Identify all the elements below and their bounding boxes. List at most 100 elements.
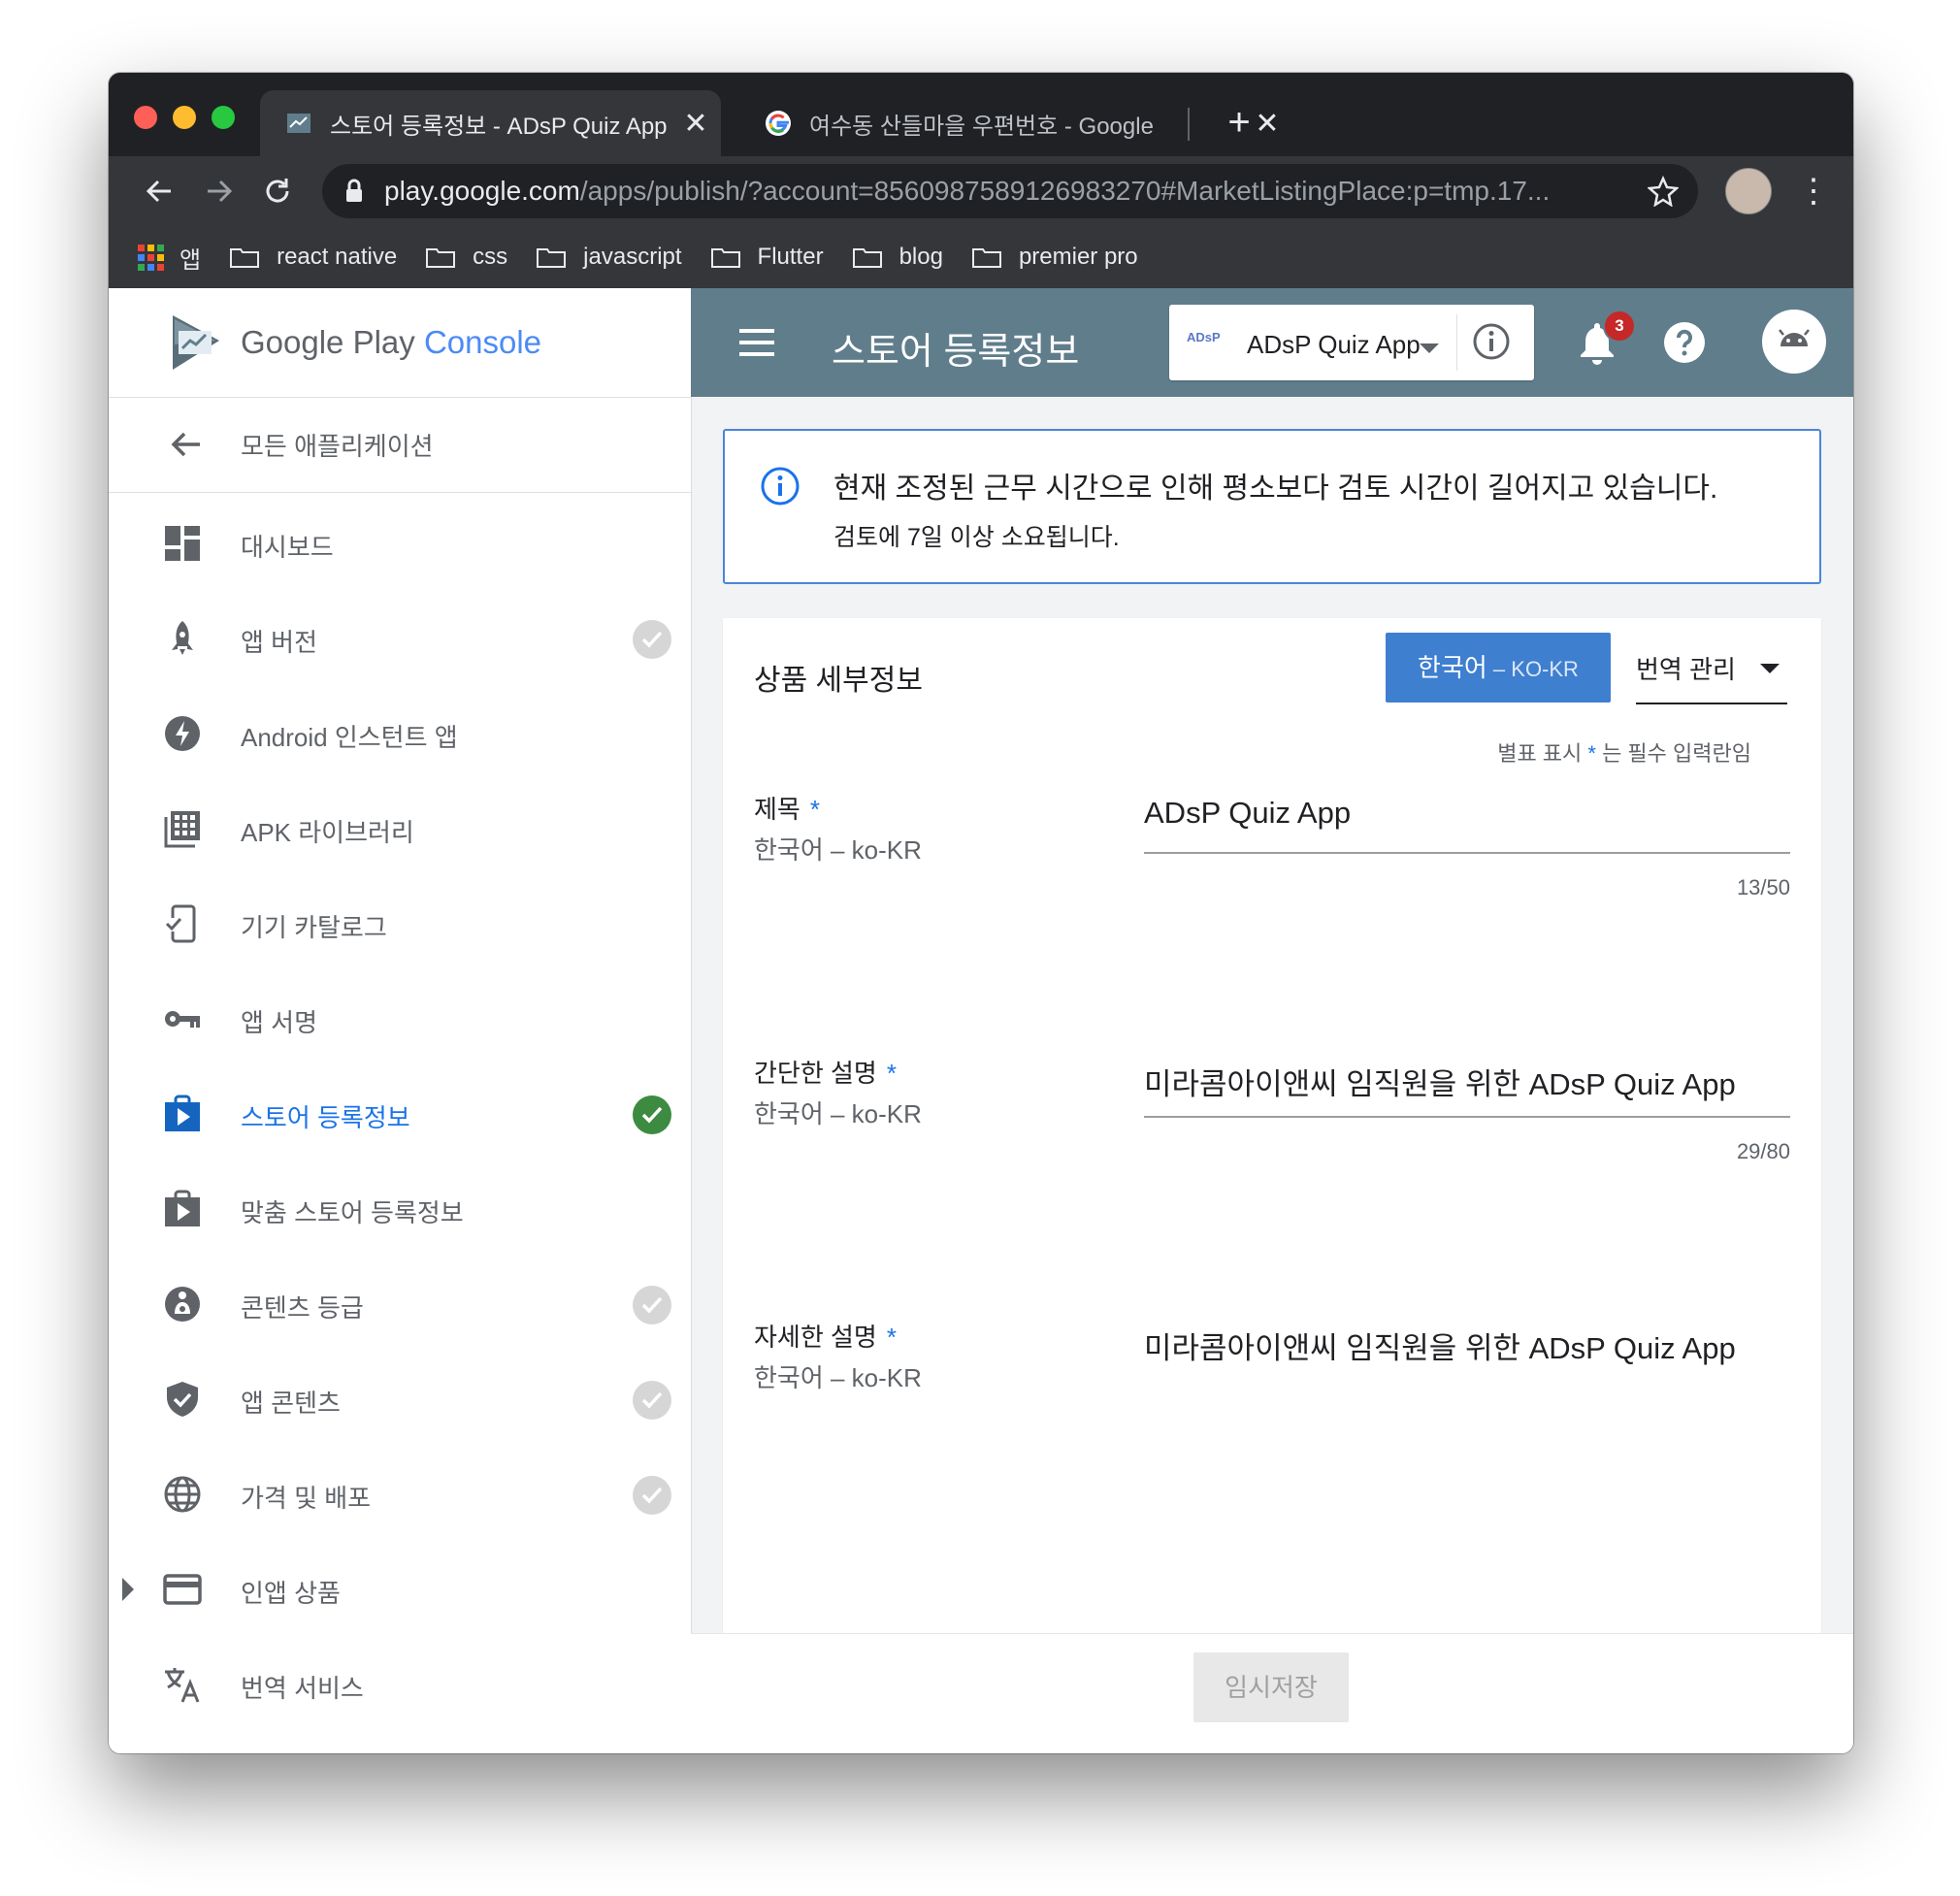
- field-label-text: 제목: [754, 795, 800, 824]
- bookmark-label: react native: [277, 244, 398, 270]
- sidebar-item-pricing-distribution[interactable]: 가격 및 배포: [109, 1447, 691, 1542]
- folder-icon: [710, 248, 740, 268]
- input-underline: [1144, 852, 1790, 854]
- notification-count-badge: 3: [1603, 310, 1636, 343]
- sidebar-item-custom-store-listing[interactable]: 맞춤 스토어 등록정보: [109, 1161, 691, 1257]
- sidebar-item-in-app-products[interactable]: 인앱 상품: [109, 1542, 691, 1637]
- field-label: 제목 *: [754, 790, 820, 826]
- store-bag-icon: [165, 1190, 200, 1226]
- brand-google-play: Google Play: [241, 324, 415, 360]
- full-description-input[interactable]: 미라콤아이앤씨 임직원을 위한 ADsP Quiz App: [1144, 1324, 1736, 1367]
- app-selector[interactable]: ADsP ADsP Quiz App: [1169, 305, 1534, 380]
- sidebar-item-app-signing[interactable]: 앱 서명: [109, 971, 691, 1066]
- sidebar-item-label: 앱 버전: [241, 628, 317, 657]
- bookmark-folder-css[interactable]: css: [426, 244, 507, 271]
- sidebar-item-dashboard[interactable]: 대시보드: [109, 496, 691, 591]
- shield-check-icon: [167, 1382, 198, 1417]
- complete-check-icon: [633, 1095, 671, 1134]
- browser-window: 스토어 등록정보 - ADsP Quiz App ✕ 여수동 산들마을 우편번호…: [109, 73, 1853, 1753]
- bookmark-label: javascript: [583, 244, 682, 270]
- credit-card-icon: [163, 1574, 202, 1605]
- bookmark-folder-blog[interactable]: blog: [852, 244, 943, 271]
- folder-icon: [537, 248, 567, 268]
- sidebar-item-translation-service[interactable]: 번역 서비스: [109, 1637, 691, 1732]
- bookmark-folder-flutter[interactable]: Flutter: [710, 244, 824, 271]
- sidebar-item-store-listing[interactable]: 스토어 등록정보: [109, 1066, 691, 1161]
- app-selector-name: ADsP Quiz App: [1247, 330, 1421, 359]
- url-text: play.google.com/apps/publish/?account=85…: [384, 176, 1648, 207]
- expand-caret-icon[interactable]: [122, 1578, 134, 1601]
- bookmark-folder-react-native[interactable]: react native: [230, 244, 397, 271]
- minimize-window-button[interactable]: [173, 106, 196, 129]
- title-input[interactable]: ADsP Quiz App: [1144, 796, 1351, 831]
- language-code: – KO-KR: [1486, 657, 1579, 681]
- all-apps-link[interactable]: 모든 애플리케이션: [109, 397, 691, 493]
- profile-avatar[interactable]: [1725, 168, 1772, 214]
- required-star: *: [1587, 741, 1596, 766]
- close-tab-icon[interactable]: ✕: [676, 107, 715, 141]
- rocket-icon: [172, 621, 193, 655]
- bookmarks-bar: 앱 react native css javascript Flutter bl…: [109, 226, 1853, 288]
- bookmark-folder-premier-pro[interactable]: premier pro: [971, 244, 1138, 271]
- manage-translations-dropdown[interactable]: 번역 관리: [1636, 633, 1787, 704]
- translate-icon: [165, 1668, 200, 1703]
- new-tab-button[interactable]: +: [1215, 98, 1263, 147]
- sidebar-item-label: 앱 서명: [241, 1008, 317, 1037]
- brand-header[interactable]: Google Play Console: [109, 288, 691, 398]
- sidebar-item-label: APK 라이브러리: [241, 818, 414, 847]
- info-icon[interactable]: [1472, 322, 1511, 361]
- sidebar-item-instant-apps[interactable]: Android 인스턴트 앱: [109, 686, 691, 781]
- back-button[interactable]: [136, 168, 182, 214]
- sidebar-item-content-rating[interactable]: 콘텐츠 등급: [109, 1257, 691, 1352]
- bookmark-apps[interactable]: 앱: [138, 241, 201, 275]
- save-draft-button[interactable]: 임시저장: [1193, 1652, 1349, 1722]
- account-avatar[interactable]: [1762, 310, 1826, 374]
- help-icon[interactable]: [1663, 321, 1706, 364]
- store-bag-icon: [165, 1095, 200, 1131]
- sidebar-item-device-catalog[interactable]: 기기 카탈로그: [109, 876, 691, 971]
- page-title: 스토어 등록정보: [832, 332, 1080, 373]
- sidebar-item-label: 스토어 등록정보: [241, 1103, 410, 1132]
- sidebar-item-label: 맞춤 스토어 등록정보: [241, 1198, 464, 1227]
- bookmark-label: css: [473, 244, 508, 270]
- sidebar-item-apk-library[interactable]: APK 라이브러리: [109, 781, 691, 876]
- sidebar-item-label: 인앱 상품: [241, 1579, 341, 1608]
- lock-icon: [346, 179, 362, 202]
- sidebar-item-app-releases[interactable]: 앱 버전: [109, 591, 691, 686]
- zoom-window-button[interactable]: [212, 106, 235, 129]
- short-description-input[interactable]: 미라콤아이앤씨 임직원을 위한 ADsP Quiz App: [1144, 1060, 1736, 1103]
- forward-button[interactable]: [196, 168, 243, 214]
- sidebar-item-app-content[interactable]: 앱 콘텐츠: [109, 1352, 691, 1447]
- tab-store-listing[interactable]: 스토어 등록정보 - ADsP Quiz App ✕: [260, 90, 721, 156]
- tab-strip: 스토어 등록정보 - ADsP Quiz App ✕ 여수동 산들마을 우편번호…: [109, 73, 1853, 156]
- divider: [1456, 314, 1457, 371]
- tab-google-search[interactable]: 여수동 산들마을 우편번호 - Google ✕: [739, 90, 1292, 156]
- play-console-page: Google Play Console 모든 애플리케이션 대시보드 앱 버전 …: [109, 288, 1853, 1753]
- reload-button[interactable]: [254, 168, 301, 214]
- content-rating-icon: [165, 1287, 200, 1322]
- section-title: 상품 세부정보: [754, 665, 923, 697]
- complete-check-icon: [633, 620, 671, 659]
- required-note-suffix: 는 필수 입력란임: [1595, 741, 1751, 766]
- bookmark-star-icon[interactable]: [1648, 176, 1679, 207]
- character-count: 13/50: [1736, 875, 1790, 899]
- lightning-bolt-icon: [165, 716, 200, 751]
- required-note-prefix: 별표 표시: [1497, 741, 1588, 766]
- browser-toolbar: play.google.com/apps/publish/?account=85…: [109, 156, 1853, 226]
- field-language: 한국어 – ko-KR: [754, 835, 922, 865]
- bookmark-label: premier pro: [1018, 244, 1138, 270]
- folder-icon: [852, 248, 882, 268]
- menu-icon[interactable]: [739, 329, 774, 364]
- tab-divider: [1188, 108, 1190, 141]
- bookmark-folder-javascript[interactable]: javascript: [537, 244, 682, 271]
- language-name: 한국어: [1418, 653, 1487, 682]
- address-bar[interactable]: play.google.com/apps/publish/?account=85…: [322, 164, 1698, 218]
- key-icon: [165, 1011, 200, 1028]
- browser-menu-icon[interactable]: ⋮: [1797, 166, 1830, 216]
- back-arrow-icon: [171, 432, 200, 457]
- close-window-button[interactable]: [134, 106, 157, 129]
- language-button[interactable]: 한국어 – KO-KR: [1386, 633, 1611, 703]
- bookmark-label: blog: [898, 244, 943, 270]
- required-star: *: [809, 795, 820, 824]
- field-label-text: 자세한 설명: [754, 1323, 877, 1352]
